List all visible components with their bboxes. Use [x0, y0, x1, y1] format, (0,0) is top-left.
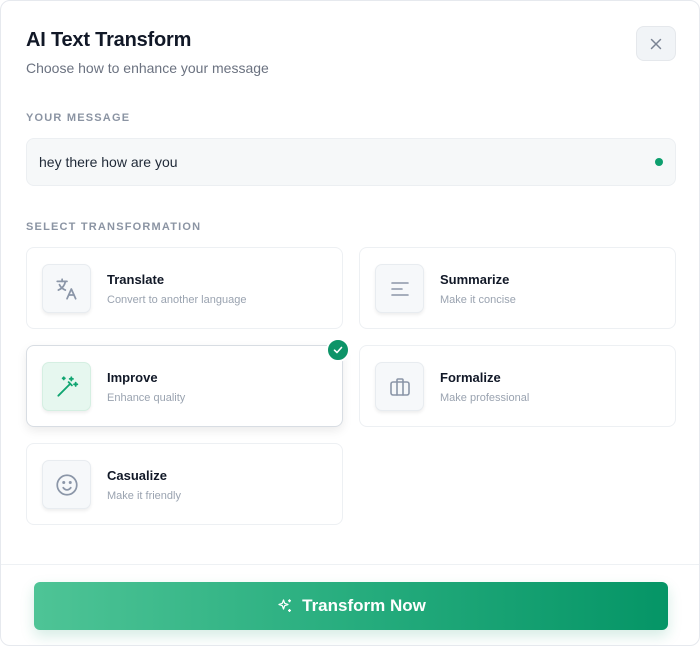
dialog-subtitle: Choose how to enhance your message	[26, 60, 269, 76]
option-description: Convert to another language	[107, 294, 247, 306]
option-description: Make it concise	[440, 294, 516, 306]
transform-now-label: Transform Now	[302, 596, 426, 615]
option-description: Make it friendly	[107, 490, 181, 502]
option-casualize[interactable]: Casualize Make it friendly	[26, 443, 343, 525]
option-title: Improve	[107, 370, 158, 385]
transform-now-button[interactable]: Transform Now	[34, 582, 668, 630]
transformation-section-label: SELECT TRANSFORMATION	[26, 221, 202, 233]
option-title: Translate	[107, 272, 165, 287]
message-input[interactable]: hey there how are you	[26, 138, 676, 186]
option-translate[interactable]: Translate Convert to another language	[26, 247, 343, 329]
message-input-value[interactable]: hey there how are you	[39, 154, 178, 170]
smile-icon	[42, 460, 91, 509]
option-title: Casualize	[107, 468, 167, 483]
dialog-title: AI Text Transform	[26, 29, 192, 51]
transform-dialog: AI Text Transform Choose how to enhance …	[0, 0, 700, 646]
translate-icon	[42, 264, 91, 313]
option-title: Summarize	[440, 272, 510, 287]
option-description: Enhance quality	[107, 392, 186, 404]
message-section-label: YOUR MESSAGE	[26, 112, 131, 124]
selected-check-icon	[326, 338, 350, 362]
status-indicator	[655, 158, 663, 166]
option-formalize[interactable]: Formalize Make professional	[359, 345, 676, 427]
briefcase-icon	[375, 362, 424, 411]
close-icon	[650, 38, 662, 49]
option-title: Formalize	[440, 370, 501, 385]
magic-wand-icon	[42, 362, 91, 411]
option-description: Make professional	[440, 392, 530, 404]
option-improve[interactable]: Improve Enhance quality	[26, 338, 350, 427]
footer-divider	[1, 564, 699, 565]
align-left-icon	[375, 264, 424, 313]
close-button[interactable]	[636, 26, 676, 61]
sparkles-icon	[278, 599, 292, 612]
option-summarize[interactable]: Summarize Make it concise	[359, 247, 676, 329]
